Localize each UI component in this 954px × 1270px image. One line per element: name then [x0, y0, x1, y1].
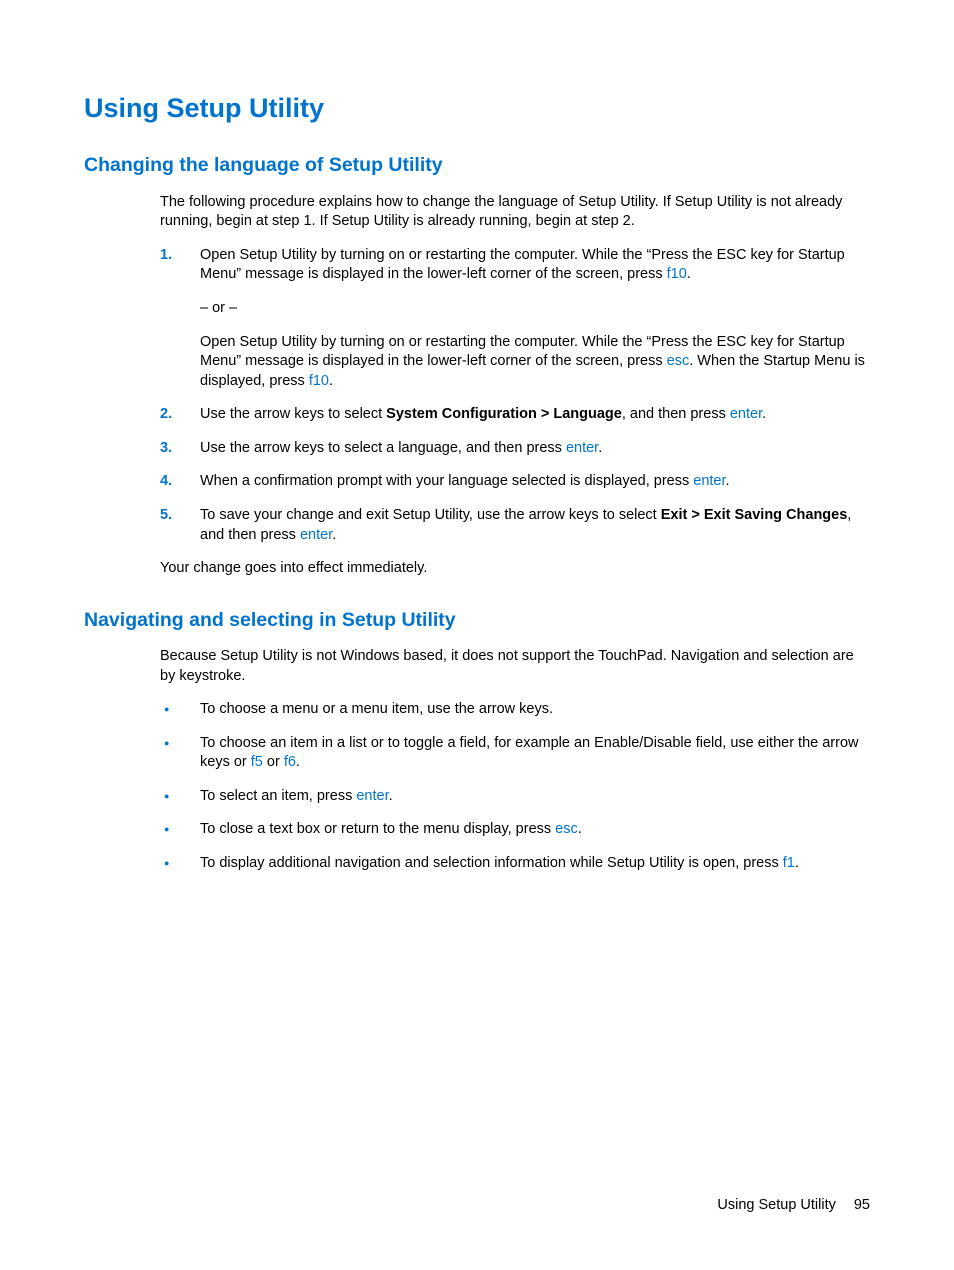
bullet-text: . [296, 754, 300, 770]
section-heading-navigating: Navigating and selecting in Setup Utilit… [84, 607, 870, 633]
step-number: 2. [160, 405, 172, 425]
page-title: Using Setup Utility [84, 90, 870, 126]
step-number: 5. [160, 506, 172, 526]
key-f10: f10 [667, 266, 687, 282]
outro-paragraph: Your change goes into effect immediately… [160, 559, 870, 579]
intro-paragraph: The following procedure explains how to … [160, 193, 870, 232]
step-text: . [687, 266, 691, 282]
key-enter: enter [356, 788, 388, 804]
key-esc: esc [667, 353, 690, 369]
bullet-text: . [578, 821, 582, 837]
section-heading-changing-language: Changing the language of Setup Utility [84, 152, 870, 178]
key-enter: enter [693, 473, 725, 489]
bullet-text: To display additional navigation and sel… [200, 855, 783, 871]
step-text: . [762, 406, 766, 422]
key-enter: enter [566, 440, 598, 456]
bullet-text: or [263, 754, 284, 770]
step-alt: Open Setup Utility by turning on or rest… [200, 333, 870, 392]
bullet-text: To close a text box or return to the men… [200, 821, 555, 837]
bullet-item: To close a text box or return to the men… [160, 820, 870, 840]
key-enter: enter [730, 406, 762, 422]
step-3: 3. Use the arrow keys to select a langua… [160, 439, 870, 459]
bullet-list: To choose a menu or a menu item, use the… [160, 700, 870, 873]
section-body-changing-language: The following procedure explains how to … [160, 193, 870, 579]
step-4: 4. When a confirmation prompt with your … [160, 472, 870, 492]
numbered-steps: 1. Open Setup Utility by turning on or r… [160, 246, 870, 545]
step-5: 5. To save your change and exit Setup Ut… [160, 506, 870, 545]
step-or: – or – [200, 299, 870, 319]
bullet-text: To select an item, press [200, 788, 356, 804]
key-enter: enter [300, 527, 332, 543]
step-number: 4. [160, 472, 172, 492]
footer-label: Using Setup Utility [717, 1197, 835, 1213]
step-text: . [329, 373, 333, 389]
step-text: . [332, 527, 336, 543]
bullet-text: . [795, 855, 799, 871]
key-f6: f6 [284, 754, 296, 770]
bullet-item: To choose an item in a list or to toggle… [160, 734, 870, 773]
key-f1: f1 [783, 855, 795, 871]
intro-paragraph: Because Setup Utility is not Windows bas… [160, 647, 870, 686]
key-esc: esc [555, 821, 578, 837]
step-1: 1. Open Setup Utility by turning on or r… [160, 246, 870, 391]
bullet-item: To select an item, press enter. [160, 787, 870, 807]
step-number: 3. [160, 439, 172, 459]
step-number: 1. [160, 246, 172, 266]
page-footer: Using Setup Utility 95 [717, 1196, 870, 1216]
key-f5: f5 [251, 754, 263, 770]
bullet-item: To choose a menu or a menu item, use the… [160, 700, 870, 720]
bullet-item: To display additional navigation and sel… [160, 854, 870, 874]
step-2: 2. Use the arrow keys to select System C… [160, 405, 870, 425]
menu-path: Exit > Exit Saving Changes [661, 507, 848, 523]
page-number: 95 [854, 1197, 870, 1213]
section-body-navigating: Because Setup Utility is not Windows bas… [160, 647, 870, 874]
step-text: . [598, 440, 602, 456]
step-text: Use the arrow keys to select [200, 406, 386, 422]
key-f10: f10 [309, 373, 329, 389]
step-text: When a confirmation prompt with your lan… [200, 473, 693, 489]
step-text: , and then press [622, 406, 730, 422]
document-page: Using Setup Utility Changing the languag… [0, 0, 954, 1270]
step-text: Open Setup Utility by turning on or rest… [200, 247, 845, 283]
step-text: . [726, 473, 730, 489]
bullet-text: . [389, 788, 393, 804]
step-text: Use the arrow keys to select a language,… [200, 440, 566, 456]
step-text: To save your change and exit Setup Utili… [200, 507, 661, 523]
menu-path: System Configuration > Language [386, 406, 622, 422]
